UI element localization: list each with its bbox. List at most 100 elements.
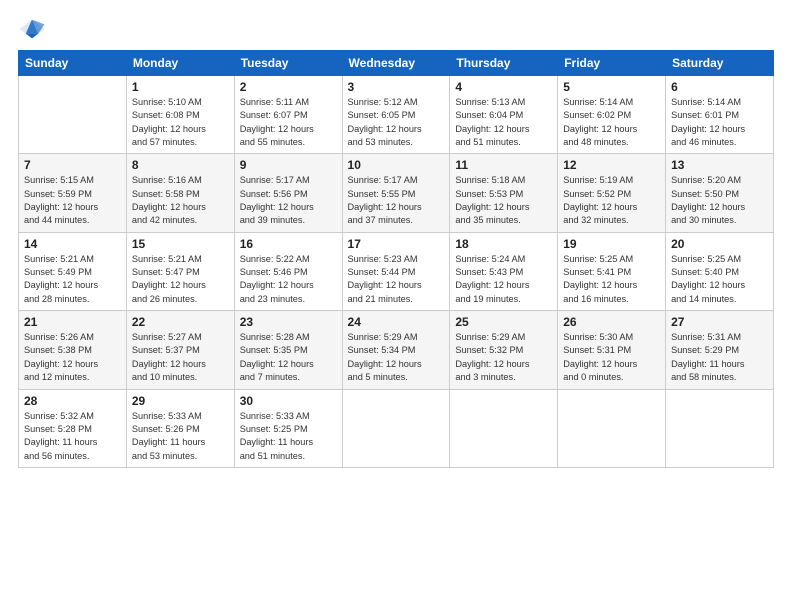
calendar-cell xyxy=(558,389,666,467)
day-info: Sunrise: 5:26 AM Sunset: 5:38 PM Dayligh… xyxy=(24,331,121,384)
calendar-cell: 20Sunrise: 5:25 AM Sunset: 5:40 PM Dayli… xyxy=(666,232,774,310)
calendar-cell: 23 Sunrise: 5:28 AM Sunset: 5:35 PM Dayli… xyxy=(234,311,342,389)
day-info: Sunrise: 5:21 AM Sunset: 5:47 PM Dayligh… xyxy=(132,253,229,306)
day-number: 29 xyxy=(132,394,229,408)
calendar-cell: 10 Sunrise: 5:17 AM Sunset: 5:55 PM Dayli… xyxy=(342,154,450,232)
weekday-header-thursday: Thursday xyxy=(450,51,558,76)
day-number: 5 xyxy=(563,80,660,94)
calendar-cell: 15 Sunrise: 5:21 AM Sunset: 5:47 PM Dayli… xyxy=(126,232,234,310)
day-info: Sunrise: 5:11 AM Sunset: 6:07 PM Dayligh… xyxy=(240,96,337,149)
day-number: 25 xyxy=(455,315,552,329)
day-number: 7 xyxy=(24,158,121,172)
calendar-cell: 11 Sunrise: 5:18 AM Sunset: 5:53 PM Dayli… xyxy=(450,154,558,232)
day-number: 28 xyxy=(24,394,121,408)
calendar-cell: 18 Sunrise: 5:24 AM Sunset: 5:43 PM Dayli… xyxy=(450,232,558,310)
calendar-cell: 3Sunrise: 5:12 AM Sunset: 6:05 PM Daylig… xyxy=(342,76,450,154)
calendar-cell: 4 Sunrise: 5:13 AM Sunset: 6:04 PM Daylig… xyxy=(450,76,558,154)
calendar-cell: 6Sunrise: 5:14 AM Sunset: 6:01 PM Daylig… xyxy=(666,76,774,154)
weekday-header-tuesday: Tuesday xyxy=(234,51,342,76)
day-number: 4 xyxy=(455,80,552,94)
day-info: Sunrise: 5:13 AM Sunset: 6:04 PM Dayligh… xyxy=(455,96,552,149)
day-info: Sunrise: 5:14 AM Sunset: 6:01 PM Dayligh… xyxy=(671,96,768,149)
day-info: Sunrise: 5:28 AM Sunset: 5:35 PM Dayligh… xyxy=(240,331,337,384)
day-number: 19 xyxy=(563,237,660,251)
calendar-cell: 12 Sunrise: 5:19 AM Sunset: 5:52 PM Dayli… xyxy=(558,154,666,232)
calendar-cell: 26 Sunrise: 5:30 AM Sunset: 5:31 PM Dayli… xyxy=(558,311,666,389)
calendar-cell xyxy=(19,76,127,154)
day-info: Sunrise: 5:22 AM Sunset: 5:46 PM Dayligh… xyxy=(240,253,337,306)
calendar-cell xyxy=(666,389,774,467)
day-number: 1 xyxy=(132,80,229,94)
calendar-cell: 8 Sunrise: 5:16 AM Sunset: 5:58 PM Daylig… xyxy=(126,154,234,232)
calendar-cell: 28 Sunrise: 5:32 AM Sunset: 5:28 PM Dayli… xyxy=(19,389,127,467)
day-number: 16 xyxy=(240,237,337,251)
week-row-0: 1 Sunrise: 5:10 AM Sunset: 6:08 PM Daylig… xyxy=(19,76,774,154)
day-number: 15 xyxy=(132,237,229,251)
calendar-cell: 5 Sunrise: 5:14 AM Sunset: 6:02 PM Daylig… xyxy=(558,76,666,154)
calendar: SundayMondayTuesdayWednesdayThursdayFrid… xyxy=(18,50,774,468)
day-info: Sunrise: 5:23 AM Sunset: 5:44 PM Dayligh… xyxy=(348,253,445,306)
weekday-header-friday: Friday xyxy=(558,51,666,76)
day-number: 17 xyxy=(348,237,445,251)
day-info: Sunrise: 5:17 AM Sunset: 5:55 PM Dayligh… xyxy=(348,174,445,227)
week-row-1: 7 Sunrise: 5:15 AM Sunset: 5:59 PM Daylig… xyxy=(19,154,774,232)
day-number: 22 xyxy=(132,315,229,329)
week-row-4: 28 Sunrise: 5:32 AM Sunset: 5:28 PM Dayli… xyxy=(19,389,774,467)
calendar-cell: 13Sunrise: 5:20 AM Sunset: 5:50 PM Dayli… xyxy=(666,154,774,232)
day-info: Sunrise: 5:19 AM Sunset: 5:52 PM Dayligh… xyxy=(563,174,660,227)
logo xyxy=(18,18,50,40)
day-info: Sunrise: 5:25 AM Sunset: 5:40 PM Dayligh… xyxy=(671,253,768,306)
calendar-cell: 24Sunrise: 5:29 AM Sunset: 5:34 PM Dayli… xyxy=(342,311,450,389)
weekday-header-sunday: Sunday xyxy=(19,51,127,76)
calendar-cell: 1 Sunrise: 5:10 AM Sunset: 6:08 PM Daylig… xyxy=(126,76,234,154)
calendar-cell xyxy=(342,389,450,467)
day-info: Sunrise: 5:33 AM Sunset: 5:25 PM Dayligh… xyxy=(240,410,337,463)
calendar-cell: 29 Sunrise: 5:33 AM Sunset: 5:26 PM Dayli… xyxy=(126,389,234,467)
day-info: Sunrise: 5:29 AM Sunset: 5:32 PM Dayligh… xyxy=(455,331,552,384)
day-number: 23 xyxy=(240,315,337,329)
day-info: Sunrise: 5:17 AM Sunset: 5:56 PM Dayligh… xyxy=(240,174,337,227)
day-info: Sunrise: 5:20 AM Sunset: 5:50 PM Dayligh… xyxy=(671,174,768,227)
day-info: Sunrise: 5:21 AM Sunset: 5:49 PM Dayligh… xyxy=(24,253,121,306)
calendar-cell: 9 Sunrise: 5:17 AM Sunset: 5:56 PM Daylig… xyxy=(234,154,342,232)
day-info: Sunrise: 5:32 AM Sunset: 5:28 PM Dayligh… xyxy=(24,410,121,463)
calendar-cell: 21 Sunrise: 5:26 AM Sunset: 5:38 PM Dayli… xyxy=(19,311,127,389)
calendar-cell xyxy=(450,389,558,467)
calendar-cell: 14 Sunrise: 5:21 AM Sunset: 5:49 PM Dayli… xyxy=(19,232,127,310)
day-number: 14 xyxy=(24,237,121,251)
logo-icon xyxy=(18,18,46,40)
day-info: Sunrise: 5:15 AM Sunset: 5:59 PM Dayligh… xyxy=(24,174,121,227)
day-number: 26 xyxy=(563,315,660,329)
weekday-header-monday: Monday xyxy=(126,51,234,76)
calendar-cell: 30 Sunrise: 5:33 AM Sunset: 5:25 PM Dayli… xyxy=(234,389,342,467)
weekday-header-row: SundayMondayTuesdayWednesdayThursdayFrid… xyxy=(19,51,774,76)
calendar-cell: 25 Sunrise: 5:29 AM Sunset: 5:32 PM Dayli… xyxy=(450,311,558,389)
calendar-cell: 22Sunrise: 5:27 AM Sunset: 5:37 PM Dayli… xyxy=(126,311,234,389)
day-info: Sunrise: 5:16 AM Sunset: 5:58 PM Dayligh… xyxy=(132,174,229,227)
day-info: Sunrise: 5:33 AM Sunset: 5:26 PM Dayligh… xyxy=(132,410,229,463)
calendar-cell: 16 Sunrise: 5:22 AM Sunset: 5:46 PM Dayli… xyxy=(234,232,342,310)
day-info: Sunrise: 5:25 AM Sunset: 5:41 PM Dayligh… xyxy=(563,253,660,306)
day-info: Sunrise: 5:31 AM Sunset: 5:29 PM Dayligh… xyxy=(671,331,768,384)
day-number: 27 xyxy=(671,315,768,329)
day-number: 8 xyxy=(132,158,229,172)
day-info: Sunrise: 5:10 AM Sunset: 6:08 PM Dayligh… xyxy=(132,96,229,149)
day-number: 11 xyxy=(455,158,552,172)
day-info: Sunrise: 5:29 AM Sunset: 5:34 PM Dayligh… xyxy=(348,331,445,384)
calendar-cell: 17 Sunrise: 5:23 AM Sunset: 5:44 PM Dayli… xyxy=(342,232,450,310)
day-number: 12 xyxy=(563,158,660,172)
day-number: 21 xyxy=(24,315,121,329)
calendar-cell: 19 Sunrise: 5:25 AM Sunset: 5:41 PM Dayli… xyxy=(558,232,666,310)
calendar-cell: 7 Sunrise: 5:15 AM Sunset: 5:59 PM Daylig… xyxy=(19,154,127,232)
weekday-header-saturday: Saturday xyxy=(666,51,774,76)
day-info: Sunrise: 5:14 AM Sunset: 6:02 PM Dayligh… xyxy=(563,96,660,149)
day-info: Sunrise: 5:18 AM Sunset: 5:53 PM Dayligh… xyxy=(455,174,552,227)
day-number: 30 xyxy=(240,394,337,408)
day-number: 18 xyxy=(455,237,552,251)
day-number: 9 xyxy=(240,158,337,172)
day-info: Sunrise: 5:24 AM Sunset: 5:43 PM Dayligh… xyxy=(455,253,552,306)
day-info: Sunrise: 5:30 AM Sunset: 5:31 PM Dayligh… xyxy=(563,331,660,384)
header xyxy=(18,18,774,40)
week-row-2: 14 Sunrise: 5:21 AM Sunset: 5:49 PM Dayli… xyxy=(19,232,774,310)
day-number: 10 xyxy=(348,158,445,172)
